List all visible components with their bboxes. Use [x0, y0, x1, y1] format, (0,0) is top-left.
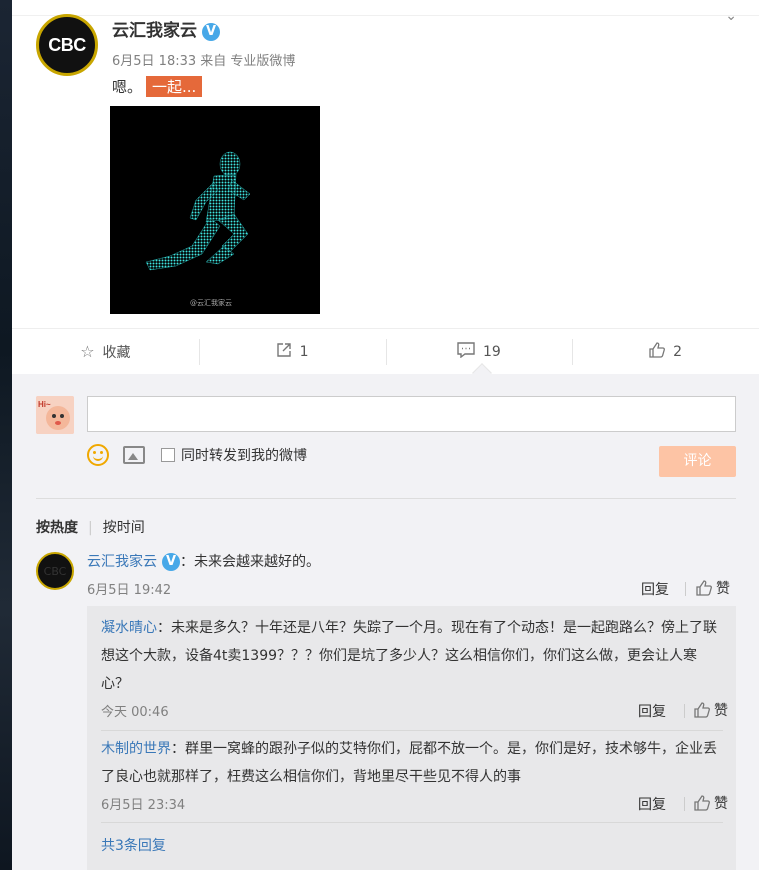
thumbs-up-icon: [694, 795, 710, 811]
sort-by-time[interactable]: 按时间: [103, 520, 145, 536]
current-user-avatar[interactable]: Hi~: [36, 396, 74, 434]
comment-body: ：未来会越来越好的。: [180, 554, 320, 570]
comment-author-avatar[interactable]: CBC: [36, 552, 74, 590]
favorite-button[interactable]: ☆ 收藏: [12, 329, 199, 374]
action-separator: [684, 797, 685, 811]
favorite-label: 收藏: [102, 344, 131, 361]
post-actions-bar: ☆ 收藏 1 19 2: [12, 328, 759, 374]
forward-count: 1: [299, 343, 309, 360]
star-icon: ☆: [80, 342, 95, 361]
comment-text: 云汇我家云 V ：未来会越来越好的。: [87, 551, 320, 571]
verified-icon: V: [202, 23, 220, 41]
chevron-down-icon[interactable]: ⌄: [725, 8, 737, 24]
reply-body: ：群里一窝蜂的跟孙子似的艾特你们，屁都不放一个。是，你们是好，技术够牛，企业丢了…: [101, 741, 717, 785]
author-name[interactable]: 云汇我家云 V: [112, 16, 220, 41]
reply-button[interactable]: 回复: [638, 794, 666, 814]
comment-input[interactable]: [87, 396, 736, 432]
comment-count: 19: [482, 343, 501, 360]
comment-author-name[interactable]: 云汇我家云: [87, 554, 157, 570]
reply-text: 木制的世界：群里一窝蜂的跟孙子似的艾特你们，屁都不放一个。是，你们是好，技术够牛…: [101, 735, 721, 791]
like-label: 赞: [714, 796, 728, 812]
submit-comment-button[interactable]: 评论: [659, 446, 736, 477]
thumbs-up-icon: [649, 341, 666, 362]
reply-time: 今天 00:46: [101, 705, 169, 720]
forward-button[interactable]: 1: [198, 329, 386, 374]
reply-like-button[interactable]: 赞: [694, 700, 728, 720]
post-tag[interactable]: 一起...: [146, 76, 203, 97]
reply-body: ：未来是多久？十年还是八年？失踪了一个月。现在有了个动态！是一起跑路么？傍上了联…: [101, 620, 717, 692]
reply-divider: [101, 822, 723, 823]
emoji-icon[interactable]: [87, 444, 109, 466]
forward-checkbox[interactable]: [161, 448, 175, 462]
cute-avatar-image: Hi~: [36, 396, 74, 434]
composer-tools: 同时转发到我的微博: [87, 444, 307, 466]
avatar-logo-text: CBC: [48, 34, 86, 55]
like-label: 赞: [716, 581, 730, 597]
author-name-text: 云汇我家云: [112, 21, 197, 41]
weibo-post-card: CBC 云汇我家云 V ⌄ 6月5日 18:33 来自 专业版微博 嗯。 一起...: [12, 0, 759, 870]
reply-time: 6月5日 23:34: [101, 798, 186, 813]
reply-text: 凝水晴心：未来是多久？十年还是八年？失踪了一个月。现在有了个动态！是一起跑路么？…: [101, 614, 721, 698]
like-label: 赞: [714, 703, 728, 719]
top-strip: [12, 0, 759, 16]
post-meta: 6月5日 18:33 来自 专业版微博: [112, 54, 296, 69]
reply-divider: [101, 730, 723, 731]
author-avatar[interactable]: CBC: [36, 14, 98, 76]
thumbs-up-icon: [694, 702, 710, 718]
forward-checkbox-label: 同时转发到我的微博: [181, 448, 307, 464]
svg-text:Hi~: Hi~: [38, 400, 51, 409]
avatar-logo-text: CBC: [43, 564, 67, 578]
post-body: 嗯。: [112, 78, 143, 96]
image-upload-icon[interactable]: [123, 446, 145, 464]
image-watermark: @云汇我家云: [190, 299, 232, 307]
sort-by-hot[interactable]: 按热度: [36, 520, 78, 536]
post-image[interactable]: @云汇我家云: [110, 106, 320, 314]
thumbs-up-icon: [696, 580, 712, 596]
divider: [36, 498, 736, 499]
view-more-replies-link[interactable]: 共3条回复: [101, 835, 166, 855]
like-button[interactable]: 2: [572, 329, 759, 374]
sort-separator: |: [88, 520, 93, 536]
runner-figure-image: [145, 151, 251, 271]
page-background: [0, 0, 12, 870]
reply-author-name[interactable]: 凝水晴心: [101, 620, 157, 636]
reply-button[interactable]: 回复: [641, 579, 669, 599]
sort-options: 按热度 | 按时间: [36, 517, 145, 537]
like-count: 2: [673, 343, 683, 360]
share-icon: [276, 342, 292, 362]
reply-like-button[interactable]: 赞: [694, 793, 728, 813]
comment-like-button[interactable]: 赞: [696, 578, 730, 598]
comment-section: Hi~ 同时转发到我的微博 评论 按热度 | 按时间 CBC 云汇我家云 V ：未来会越…: [12, 374, 759, 870]
action-separator: [685, 582, 686, 596]
reply-author-name[interactable]: 木制的世界: [101, 741, 171, 757]
comment-time: 6月5日 19:42: [87, 583, 172, 598]
reply-button[interactable]: 回复: [638, 701, 666, 721]
reply-thread: 凝水晴心：未来是多久？十年还是八年？失踪了一个月。现在有了个动态！是一起跑路么？…: [87, 606, 736, 870]
verified-icon: V: [162, 553, 180, 571]
comment-icon: [457, 341, 475, 362]
action-separator: [684, 704, 685, 718]
post-text: 嗯。 一起...: [112, 76, 203, 97]
